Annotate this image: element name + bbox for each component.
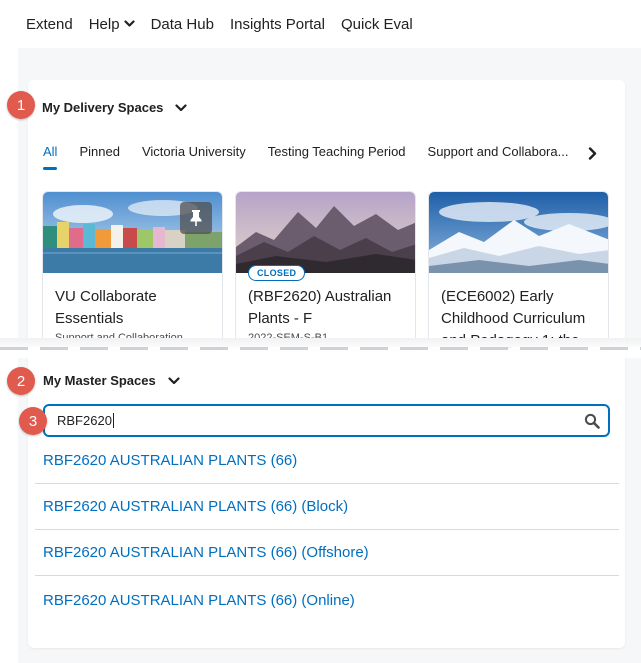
course-image-harbour	[43, 192, 222, 273]
delivery-spaces-header: My Delivery Spaces	[42, 100, 188, 115]
nav-help[interactable]: Help	[89, 16, 135, 33]
course-title: VU Collaborate Essentials	[55, 288, 157, 327]
master-spaces-header: My Master Spaces	[43, 373, 180, 388]
top-navigation: Extend Help Data Hub Insights Portal Qui…	[0, 0, 641, 48]
course-title: (RBF2620) Australian Plants - F	[248, 288, 392, 327]
nav-insights-portal[interactable]: Insights Portal	[230, 16, 325, 33]
status-badge-closed: CLOSED	[248, 265, 306, 281]
pin-button[interactable]	[180, 202, 212, 234]
chevron-down-icon[interactable]	[175, 103, 188, 112]
search-result-link[interactable]: RBF2620 AUSTRALIAN PLANTS (66) (Block)	[35, 484, 619, 530]
step-badge-2: 2	[7, 367, 35, 395]
search-input[interactable]: RBF2620	[43, 404, 610, 437]
search-result-link[interactable]: RBF2620 AUSTRALIAN PLANTS (66)	[35, 438, 619, 484]
chevron-down-icon	[123, 20, 135, 28]
nav-extend[interactable]: Extend	[26, 16, 73, 33]
nav-help-label: Help	[88, 15, 120, 33]
course-image-mountains	[236, 192, 415, 273]
course-image-snow-mountains	[429, 192, 608, 273]
master-spaces-title: My Master Spaces	[43, 373, 156, 388]
search-icon[interactable]	[582, 411, 602, 431]
chevron-down-icon[interactable]	[168, 376, 180, 385]
search-input-value: RBF2620	[57, 413, 112, 428]
chevron-right-icon[interactable]	[583, 143, 601, 163]
delivery-spaces-title: My Delivery Spaces	[42, 100, 164, 115]
tab-support-and-collaboration[interactable]: Support and Collabora...	[428, 140, 569, 170]
pin-icon	[190, 210, 202, 226]
delivery-tabs: All Pinned Victoria University Testing T…	[43, 140, 613, 174]
nav-data-hub[interactable]: Data Hub	[151, 16, 214, 33]
step-badge-1: 1	[7, 91, 35, 119]
course-card-rbf2620[interactable]: CLOSED (RBF2620) Australian Plants - F 2…	[235, 191, 416, 351]
course-card-vu-collaborate[interactable]: VU Collaborate Essentials Support and Co…	[42, 191, 223, 351]
step-badge-3: 3	[19, 407, 47, 435]
tab-victoria-university[interactable]: Victoria University	[142, 140, 246, 170]
search-result-link[interactable]: RBF2620 AUSTRALIAN PLANTS (66) (Online)	[35, 577, 619, 623]
tab-testing-teaching-period[interactable]: Testing Teaching Period	[268, 140, 406, 170]
tab-all[interactable]: All	[43, 140, 58, 170]
nav-quick-eval[interactable]: Quick Eval	[341, 16, 413, 33]
tab-pinned[interactable]: Pinned	[79, 140, 119, 170]
page-tear-divider	[0, 338, 641, 358]
search-result-link[interactable]: RBF2620 AUSTRALIAN PLANTS (66) (Offshore…	[35, 530, 619, 576]
course-card-ece6002[interactable]: (ECE6002) Early Childhood Curriculum and…	[428, 191, 609, 351]
